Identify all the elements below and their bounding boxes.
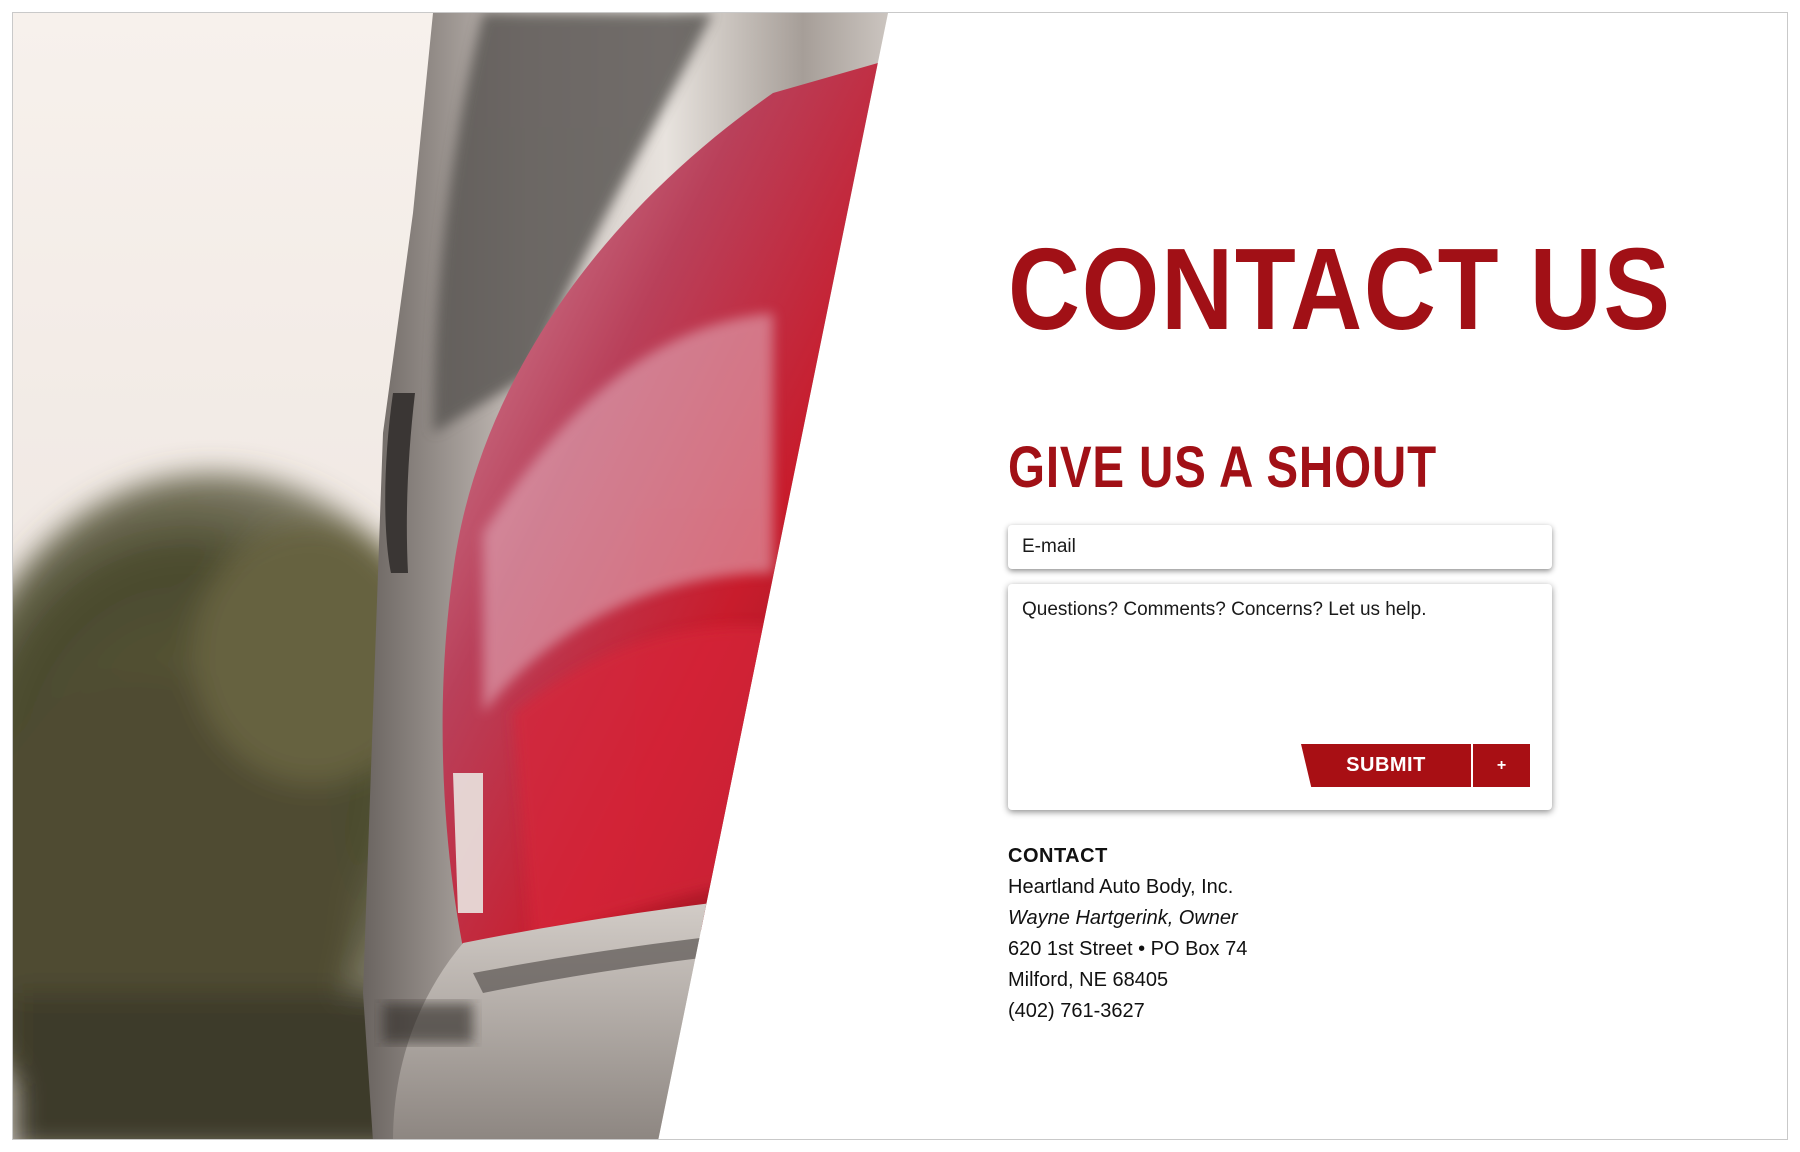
city-state-zip: Milford, NE 68405 (1008, 969, 1169, 991)
message-textarea[interactable] (1008, 584, 1552, 734)
contact-heading: CONTACT (1008, 845, 1108, 867)
email-field[interactable] (1008, 525, 1552, 569)
plus-button[interactable]: + (1473, 744, 1530, 787)
form-heading: GIVE US A SHOUT (1008, 435, 1437, 500)
page-frame: CONTACT US GIVE US A SHOUT SUBMIT + CONT… (12, 12, 1788, 1140)
submit-button[interactable]: SUBMIT (1301, 744, 1471, 787)
contact-content: CONTACT US GIVE US A SHOUT SUBMIT + CONT… (1008, 13, 1670, 1139)
contact-info: CONTACT Heartland Auto Body, Inc. Wayne … (1008, 841, 1247, 1027)
company-name: Heartland Auto Body, Inc. (1008, 876, 1234, 898)
page-title: CONTACT US (1008, 224, 1672, 354)
submit-group: SUBMIT + (1301, 744, 1530, 787)
owner-name: Wayne Hartgerink, Owner (1008, 907, 1238, 929)
message-box: SUBMIT + (1008, 584, 1552, 810)
phone-number: (402) 761-3627 (1008, 1000, 1145, 1022)
street-address: 620 1st Street • PO Box 74 (1008, 938, 1248, 960)
